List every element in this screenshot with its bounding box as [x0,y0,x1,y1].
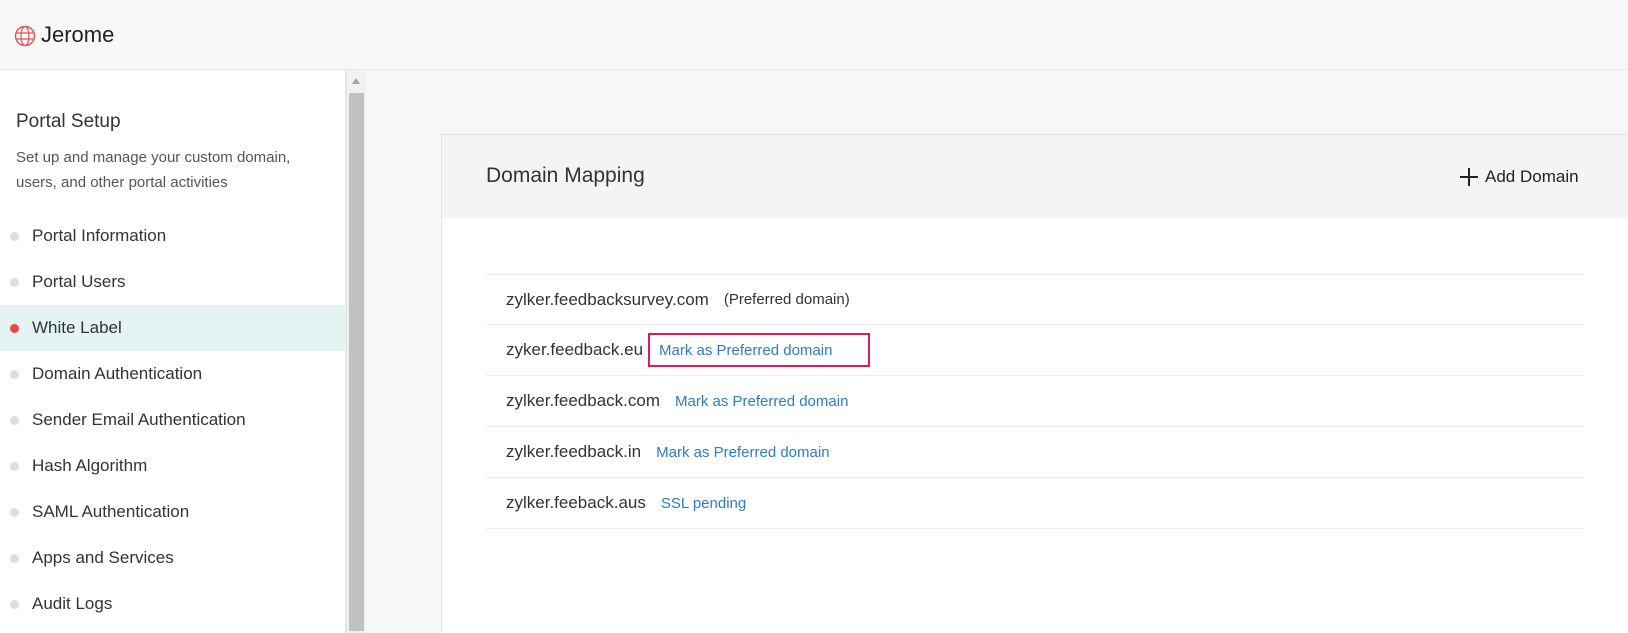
sidebar-description: Set up and manage your custom domain, us… [16,149,291,191]
add-domain-label: Add Domain [1485,167,1579,186]
sidebar-item-portal-users[interactable]: Portal Users [0,259,346,305]
sidebar-item-portal-information[interactable]: Portal Information [0,213,346,259]
sidebar-item-label: White Label [32,318,122,337]
domain-row: zylker.feedbacksurvey.com (Preferred dom… [486,274,1584,325]
bullet-dot-icon [10,232,19,241]
sidebar-item-apps-and-services[interactable]: Apps and Services [0,535,346,581]
domain-row: zylker.feedback.in Mark as Preferred dom… [486,427,1584,478]
sidebar-item-label: Portal Users [32,272,126,291]
top-bar: Jerome [0,0,1628,70]
sidebar-item-label: SAML Authentication [32,502,190,521]
bullet-dot-icon [10,370,19,379]
sidebar-heading: Portal Setup [16,111,121,132]
plus-icon [1460,168,1478,186]
sidebar-item-white-label[interactable]: White Label [0,305,346,351]
preferred-domain-badge: (Preferred domain) [723,291,850,308]
bullet-dot-icon [10,600,19,609]
bullet-dot-icon [10,462,19,471]
domain-row: zylker.feedback.com Mark as Preferred do… [486,376,1584,427]
scrollbar-thumb[interactable] [349,93,364,631]
globe-icon [14,25,36,47]
domain-name: zylker.feeback.aus [506,493,646,512]
bullet-dot-icon [10,278,19,287]
sidebar-item-hash-algorithm[interactable]: Hash Algorithm [0,443,346,489]
ssl-pending-link[interactable]: SSL pending [661,495,746,512]
domain-mapping-card: Domain Mapping Add Domain zylker.feedbac… [441,134,1628,633]
sidebar-scrollbar[interactable] [346,71,365,633]
sidebar-item-label: Audit Logs [32,594,113,613]
sidebar-item-domain-authentication[interactable]: Domain Authentication [0,351,346,397]
bullet-dot-icon [10,416,19,425]
sidebar-item-saml-authentication[interactable]: SAML Authentication [0,489,346,535]
domain-name: zylker.feedback.in [506,442,642,461]
sidebar: Portal Setup Set up and manage your cust… [0,71,346,633]
sidebar-item-label: Sender Email Authentication [32,410,246,429]
sidebar-item-label: Domain Authentication [32,364,203,383]
mark-preferred-link[interactable]: Mark as Preferred domain [656,444,829,461]
domain-name: zyker.feedback.eu [506,340,644,359]
add-domain-button[interactable]: Add Domain [1460,165,1579,189]
card-header: Domain Mapping Add Domain [442,135,1628,218]
page-title: Domain Mapping [486,164,645,187]
mark-preferred-link[interactable]: Mark as Preferred domain [648,333,871,367]
sidebar-item-sender-email-authentication[interactable]: Sender Email Authentication [0,397,346,443]
bullet-dot-icon [10,508,19,517]
active-dot-icon [10,324,19,333]
bullet-dot-icon [10,554,19,563]
domain-name: zylker.feedbacksurvey.com [506,289,709,309]
domain-row: zyker.feedback.eu Mark as Preferred doma… [486,325,1584,376]
domain-name: zylker.feedback.com [506,391,661,410]
scroll-up-arrow-icon[interactable] [352,78,360,84]
sidebar-item-audit-logs[interactable]: Audit Logs [0,581,346,627]
domain-row: zylker.feeback.aus SSL pending [486,478,1584,529]
sidebar-item-label: Portal Information [32,226,167,245]
sidebar-item-label: Hash Algorithm [32,456,148,475]
app-title: Jerome [41,22,115,47]
mark-preferred-link[interactable]: Mark as Preferred domain [675,393,848,410]
domain-list: zylker.feedbacksurvey.com (Preferred dom… [486,274,1584,529]
sidebar-nav: Portal Information Portal Users White La… [0,213,346,627]
sidebar-item-label: Apps and Services [32,548,174,567]
